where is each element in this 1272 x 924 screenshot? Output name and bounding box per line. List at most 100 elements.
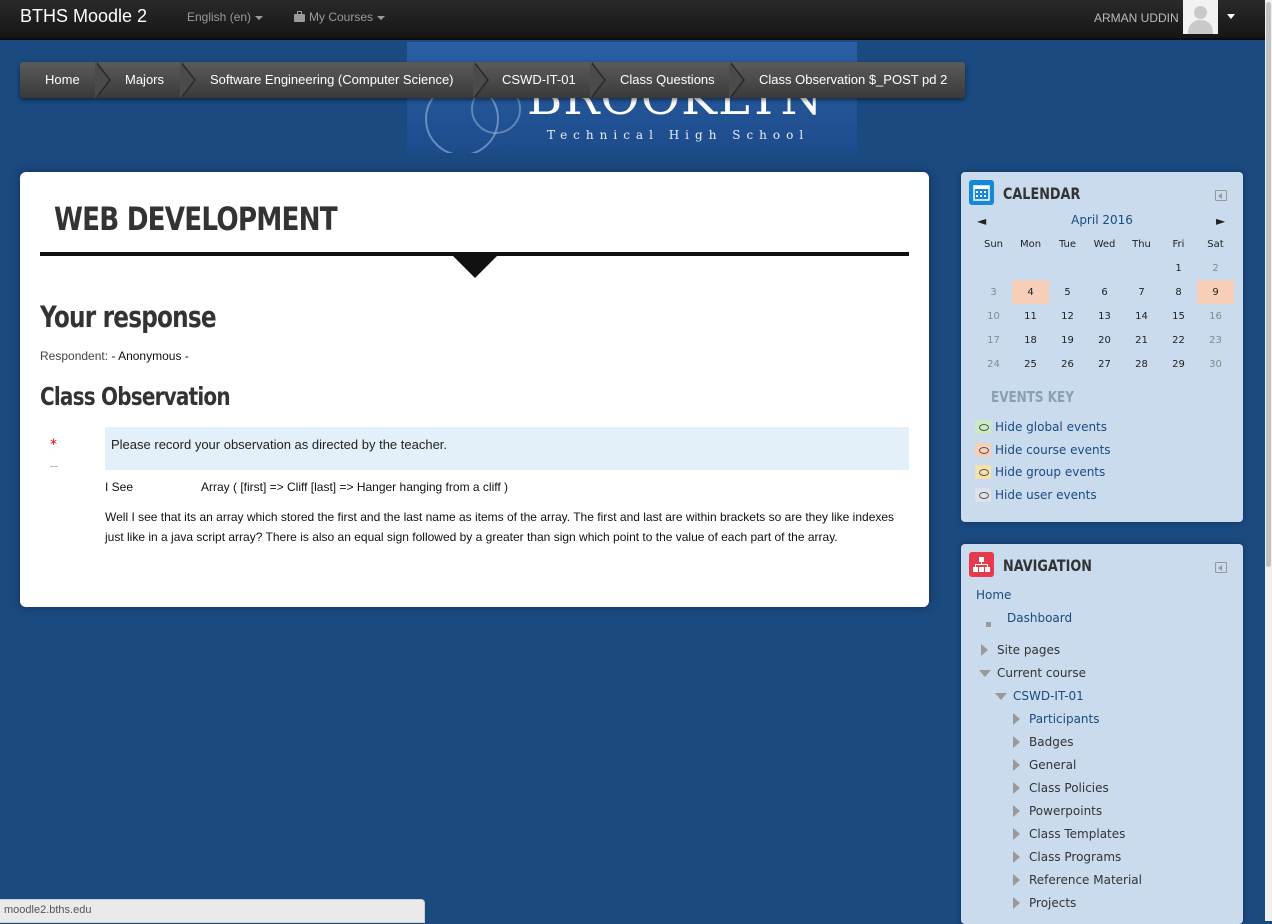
expand-icon[interactable]	[1013, 897, 1020, 909]
hide-global-events-link[interactable]: Hide global events	[975, 420, 1107, 434]
calendar-day: 18	[1024, 334, 1037, 346]
calendar-day: 13	[1098, 310, 1111, 322]
course-title: WEB DEVELOPMENT	[54, 200, 338, 238]
calendar-day: 20	[1098, 334, 1111, 346]
calendar-day-event[interactable]: 9	[1197, 280, 1234, 304]
hide-course-events-link[interactable]: Hide course events	[975, 443, 1111, 457]
breadcrumb-separator	[729, 62, 749, 98]
sitemap-icon	[969, 552, 994, 577]
expand-icon[interactable]	[1013, 782, 1020, 794]
breadcrumb-class-questions[interactable]: Class Questions	[620, 62, 715, 98]
navigation-block: NAVIGATION Home Dashboard Site pages Cur…	[961, 544, 1243, 924]
breadcrumb-current-page[interactable]: Class Observation $_POST pd 2	[759, 62, 947, 98]
nav-reference-material[interactable]: Reference Material	[1029, 873, 1142, 887]
banner-subtitle: Technical High School	[547, 128, 810, 142]
collapse-icon[interactable]	[979, 670, 991, 677]
language-label: English (en)	[187, 10, 252, 24]
expand-icon[interactable]	[1013, 736, 1020, 748]
bullet-icon	[986, 622, 991, 627]
expand-icon[interactable]	[1013, 874, 1020, 886]
calendar-day: 2	[1212, 262, 1219, 274]
calendar-day: 16	[1209, 310, 1222, 322]
calendar-day: 15	[1172, 310, 1185, 322]
nav-general[interactable]: General	[1029, 758, 1076, 772]
nav-home[interactable]: Home	[976, 588, 1011, 602]
dock-block-icon[interactable]	[1215, 190, 1227, 201]
my-courses-menu[interactable]: My Courses	[294, 10, 386, 24]
nav-dashboard[interactable]: Dashboard	[1007, 611, 1072, 625]
question-box: Please record your observation as direct…	[105, 427, 909, 470]
expand-icon[interactable]	[1013, 713, 1020, 725]
user-name[interactable]: ARMAN UDDIN	[1094, 11, 1179, 25]
calendar-day	[1086, 256, 1123, 280]
nav-site-pages[interactable]: Site pages	[997, 643, 1060, 657]
expand-icon[interactable]	[1013, 805, 1020, 817]
weekday-header: Sun	[983, 238, 1004, 250]
breadcrumb-separator	[473, 62, 493, 98]
dock-block-icon[interactable]	[1215, 562, 1227, 573]
nav-class-programs[interactable]: Class Programs	[1029, 850, 1121, 864]
calendar-grid: Sun Mon Tue Wed Thu Fri Sat 1 2 3 4 5 6 …	[975, 232, 1234, 376]
calendar-title: CALENDAR	[1003, 184, 1081, 203]
hide-user-events-link[interactable]: Hide user events	[975, 488, 1097, 502]
calendar-day: 6	[1101, 286, 1108, 298]
calendar-day: 7	[1138, 286, 1145, 298]
nav-class-policies[interactable]: Class Policies	[1029, 781, 1109, 795]
calendar-day: 12	[1061, 310, 1074, 322]
weekday-header: Mon	[1019, 238, 1042, 250]
chevron-down-icon	[255, 15, 264, 20]
language-menu[interactable]: English (en)	[187, 10, 264, 24]
calendar-block: CALENDAR ◄ April 2016 ► Sun Mon Tue Wed …	[961, 172, 1243, 522]
nav-current-course[interactable]: Current course	[997, 666, 1086, 680]
calendar-day: 27	[1098, 358, 1111, 370]
eye-icon	[975, 488, 991, 502]
question-text: Please record your observation as direct…	[111, 437, 448, 452]
events-key-heading: EVENTS KEY	[991, 388, 1074, 406]
eye-icon	[975, 443, 991, 457]
nav-projects[interactable]: Projects	[1029, 896, 1076, 910]
calendar-day: 14	[1135, 310, 1148, 322]
nav-class-templates[interactable]: Class Templates	[1029, 827, 1125, 841]
nav-participants[interactable]: Participants	[1029, 712, 1100, 726]
calendar-next-month[interactable]: ►	[1216, 214, 1225, 228]
expand-icon[interactable]	[981, 644, 988, 656]
top-navbar: BTHS Moodle 2 English (en) My Courses AR…	[0, 0, 1265, 40]
hide-group-events-label: Hide group events	[995, 465, 1106, 479]
expand-icon[interactable]	[1013, 851, 1020, 863]
calendar-day	[1123, 256, 1160, 280]
expand-icon[interactable]	[1013, 828, 1020, 840]
breadcrumb-majors[interactable]: Majors	[125, 62, 164, 98]
answer-text: Well I see that its an array which store…	[105, 510, 895, 544]
nav-course[interactable]: CSWD-IT-01	[1013, 689, 1084, 703]
scrollbar-thumb[interactable]	[1266, 2, 1271, 567]
nav-badges[interactable]: Badges	[1029, 735, 1073, 749]
site-brand[interactable]: BTHS Moodle 2	[20, 6, 147, 27]
hide-user-events-label: Hide user events	[995, 488, 1097, 502]
calendar-day: 8	[1175, 286, 1182, 298]
breadcrumb-software-engineering[interactable]: Software Engineering (Computer Science)	[210, 62, 454, 98]
calendar-day-event[interactable]: 4	[1012, 280, 1049, 304]
calendar-day: 1	[1175, 262, 1182, 274]
respondent-line: Respondent: - Anonymous -	[40, 349, 189, 363]
expand-icon[interactable]	[1013, 759, 1020, 771]
breadcrumb-home[interactable]: Home	[45, 62, 80, 98]
calendar-icon	[969, 180, 994, 205]
avatar[interactable]	[1183, 0, 1218, 34]
browser-status-bar: moodle2.bths.edu	[0, 899, 425, 923]
breadcrumb-course[interactable]: CSWD-IT-01	[502, 62, 576, 98]
calendar-day: 30	[1209, 358, 1222, 370]
collapse-icon[interactable]	[995, 693, 1007, 700]
calendar-month-title[interactable]: April 2016	[961, 213, 1243, 227]
user-menu-caret-icon[interactable]	[1227, 14, 1235, 19]
calendar-day	[1049, 256, 1086, 280]
avatar-body	[1188, 20, 1213, 34]
nav-powerpoints[interactable]: Powerpoints	[1029, 804, 1102, 818]
hide-group-events-link[interactable]: Hide group events	[975, 465, 1105, 479]
weekday-header: Wed	[1093, 238, 1116, 250]
breadcrumb-separator	[180, 62, 200, 98]
eye-icon	[975, 420, 991, 434]
weekday-header: Tue	[1058, 238, 1077, 250]
calendar-day: 11	[1024, 310, 1037, 322]
calendar-day: 5	[1064, 286, 1071, 298]
calendar-day	[975, 256, 1012, 280]
